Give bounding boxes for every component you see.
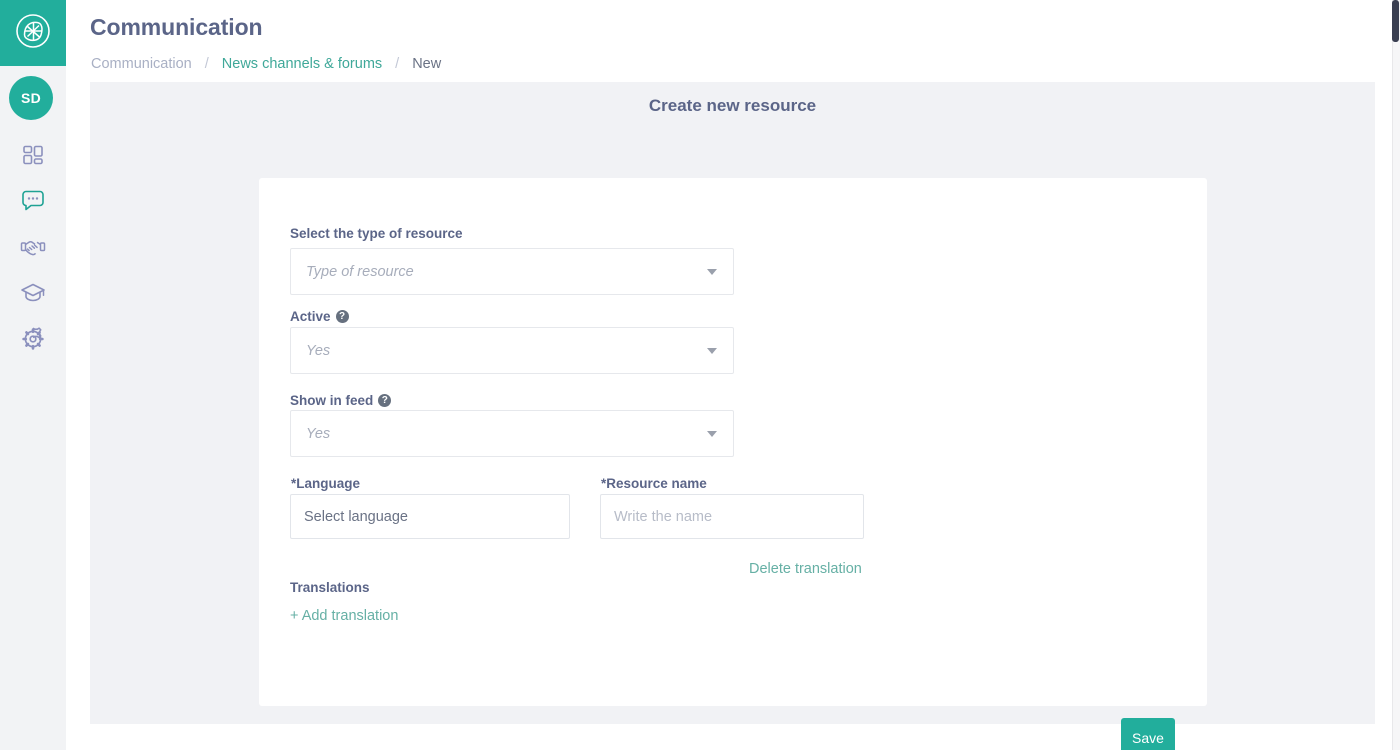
- graduation-cap-icon: [20, 281, 46, 305]
- show-in-feed-label: Show in feed ?: [290, 393, 392, 408]
- sidebar-item-collaboration[interactable]: [0, 230, 66, 264]
- help-icon[interactable]: ?: [378, 394, 392, 407]
- resource-name-input[interactable]: Write the name: [600, 494, 864, 539]
- type-of-resource-value: Type of resource: [306, 263, 414, 280]
- app-logo[interactable]: [0, 0, 66, 66]
- sidebar-item-dashboard[interactable]: [0, 138, 66, 172]
- content-area: Create new resource Select the type of r…: [90, 82, 1375, 750]
- page-title: Communication: [90, 14, 263, 40]
- content-title: Create new resource: [648, 96, 817, 115]
- translations-heading: Translations: [290, 580, 370, 595]
- type-of-resource-select[interactable]: Type of resource: [290, 248, 734, 295]
- chevron-down-icon: [707, 268, 717, 275]
- active-label: Active ?: [290, 309, 349, 324]
- chat-bubble-icon: [20, 189, 46, 213]
- help-icon[interactable]: ?: [335, 310, 349, 323]
- sidebar-item-communication[interactable]: [0, 184, 66, 218]
- sidebar: SD: [0, 0, 66, 750]
- avatar[interactable]: SD: [9, 76, 53, 120]
- breadcrumb: Communication / News channels & forums /…: [91, 56, 441, 72]
- header: Communication Communication / News chann…: [66, 0, 1400, 82]
- language-value: Select language: [304, 508, 408, 525]
- add-translation-link[interactable]: + Add translation: [290, 608, 398, 624]
- app-root: SD Communication Communication / News ch…: [0, 0, 1400, 750]
- breadcrumb-current: New: [412, 56, 442, 72]
- delete-translation-link[interactable]: Delete translation: [749, 561, 862, 577]
- gear-icon: [20, 326, 46, 352]
- resource-name-label: *Resource name: [601, 476, 707, 491]
- language-label: *Language: [291, 476, 361, 491]
- sidebar-item-learning[interactable]: [0, 276, 66, 310]
- page-scrollbar-thumb[interactable]: [1392, 0, 1399, 42]
- handshake-icon: [20, 236, 46, 258]
- save-button[interactable]: Save: [1121, 718, 1175, 750]
- show-in-feed-value: Yes: [306, 425, 331, 442]
- show-in-feed-select[interactable]: Yes: [290, 410, 734, 457]
- app-logo-icon: [14, 12, 52, 55]
- breadcrumb-separator-2: /: [395, 56, 400, 72]
- create-resource-card: Select the type of resource Type of reso…: [259, 178, 1207, 750]
- dashboard-grid-icon: [21, 143, 45, 167]
- breadcrumb-section[interactable]: News channels & forums: [222, 56, 382, 72]
- avatar-initials: SD: [20, 90, 42, 106]
- page-scrollbar[interactable]: [1392, 0, 1400, 750]
- active-value: Yes: [306, 342, 331, 359]
- breadcrumb-separator-1: /: [204, 56, 209, 72]
- chevron-down-icon: [707, 430, 717, 437]
- breadcrumb-root[interactable]: Communication: [91, 56, 192, 72]
- language-input[interactable]: Select language: [290, 494, 570, 539]
- type-of-resource-label: Select the type of resource: [290, 226, 463, 241]
- chevron-down-icon: [707, 347, 717, 354]
- resource-name-placeholder: Write the name: [614, 508, 713, 525]
- active-select[interactable]: Yes: [290, 327, 734, 374]
- sidebar-item-settings[interactable]: [0, 322, 66, 356]
